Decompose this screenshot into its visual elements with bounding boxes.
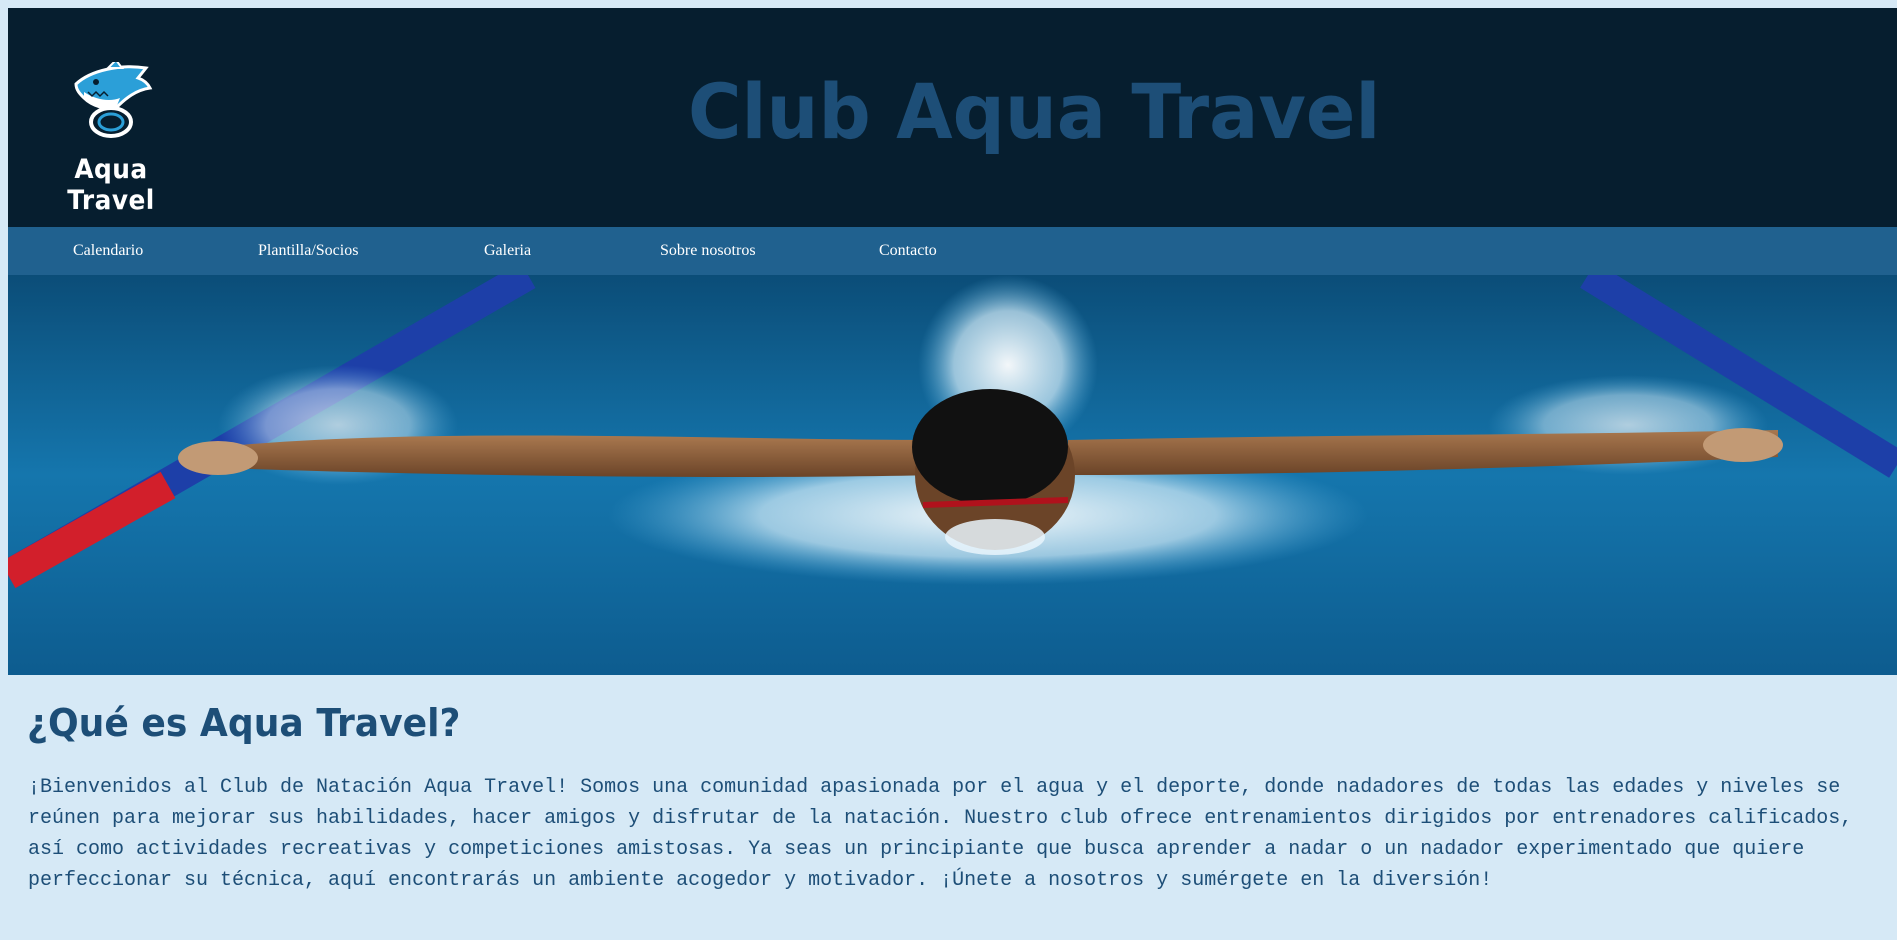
nav-item-contacto[interactable]: Contacto: [879, 227, 937, 275]
shark-mascot-icon: [74, 62, 153, 138]
about-title: ¿Qué es Aqua Travel?: [27, 701, 461, 745]
nav-item-plantilla-socios[interactable]: Plantilla/Socios: [258, 227, 358, 275]
nav-item-sobre-nosotros[interactable]: Sobre nosotros: [660, 227, 756, 275]
main-nav: Calendario Plantilla/Socios Galeria Sobr…: [8, 227, 1897, 275]
page: Aqua Travel Club Aqua Travel Calendario …: [8, 8, 1897, 940]
logo-link[interactable]: Aqua Travel: [24, 62, 198, 216]
about-text: ¡Bienvenidos al Club de Natación Aqua Tr…: [28, 776, 1853, 892]
nav-item-galeria[interactable]: Galeria: [484, 227, 531, 275]
hero-image: [8, 275, 1897, 675]
site-header: Aqua Travel Club Aqua Travel: [8, 8, 1897, 227]
logo-text: Aqua Travel: [67, 154, 155, 216]
site-title: Club Aqua Travel: [688, 67, 1381, 156]
nav-item-calendario[interactable]: Calendario: [73, 227, 143, 275]
swimmer-photo: [8, 275, 1897, 675]
